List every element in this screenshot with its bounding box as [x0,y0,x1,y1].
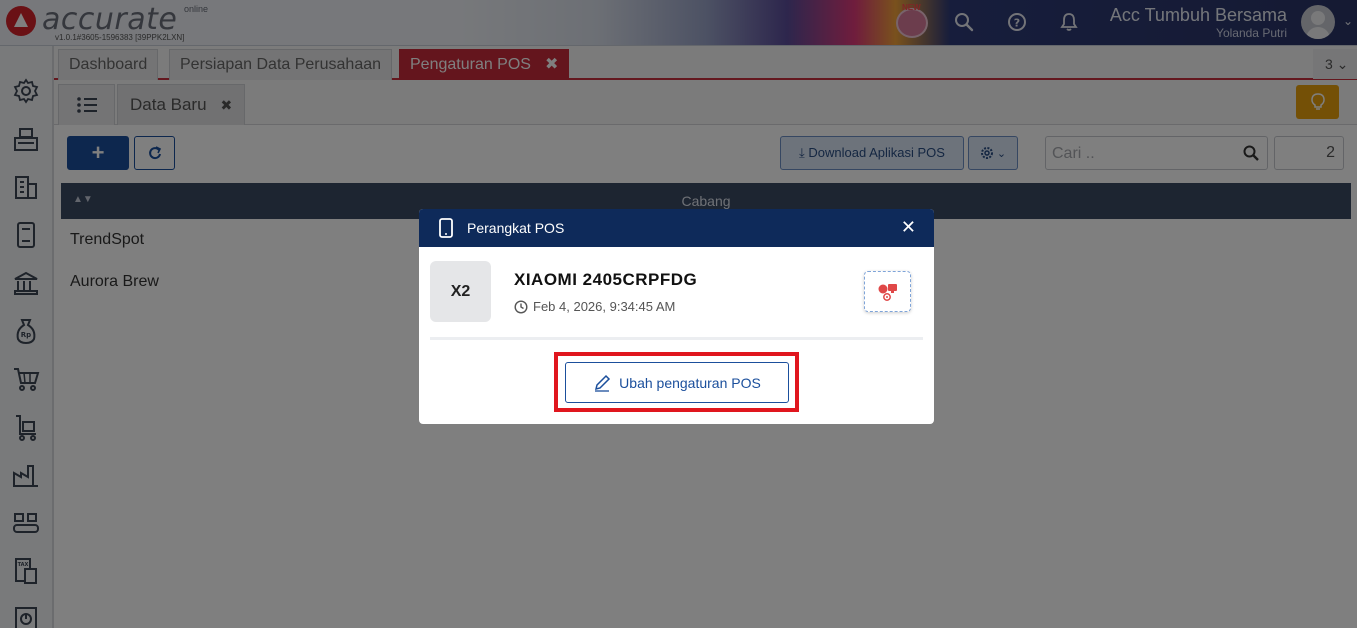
device-name: XIAOMI 2405CRPFDG [514,270,698,289]
pencil-icon [595,374,611,392]
phone-icon [439,218,453,238]
device-network-icon [878,283,897,301]
close-icon[interactable]: ✕ [901,217,916,238]
edit-label: Ubah pengaturan POS [619,374,761,391]
pos-device-modal: Perangkat POS ✕ X2 XIAOMI 2405CRPFDG Feb… [419,209,934,424]
device-settings-button[interactable] [864,271,911,312]
edit-pos-settings-button[interactable]: Ubah pengaturan POS [565,362,789,403]
device-time: Feb 4, 2026, 9:34:45 AM [514,299,675,314]
device-time-text: Feb 4, 2026, 9:34:45 AM [533,299,676,314]
clock-icon [514,299,528,314]
modal-header: Perangkat POS ✕ [419,209,934,247]
divider [430,337,923,340]
device-badge: X2 [430,261,491,322]
modal-title: Perangkat POS [467,220,565,236]
